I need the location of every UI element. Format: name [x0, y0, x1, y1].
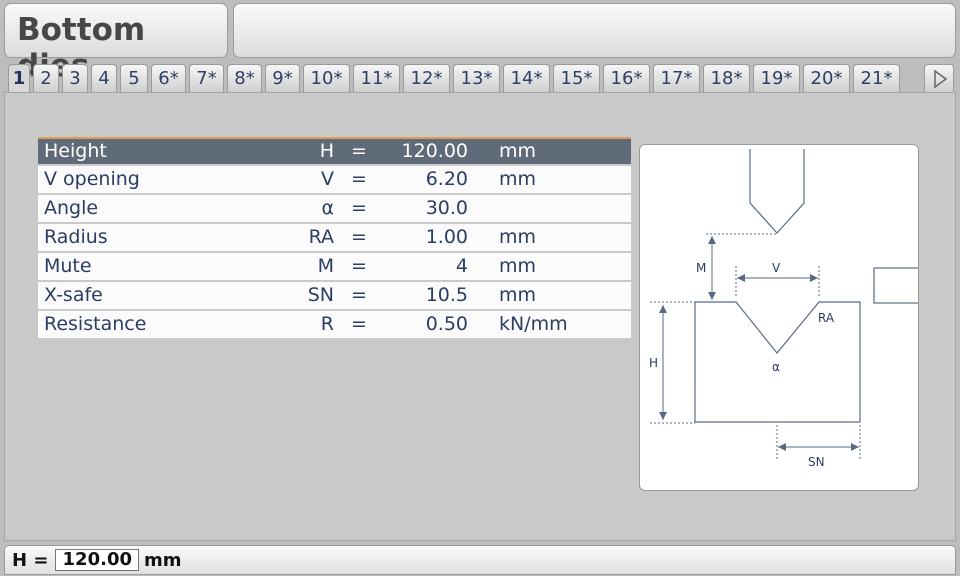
tab-10[interactable]: 10* — [303, 64, 350, 92]
tab-20[interactable]: 20* — [803, 64, 850, 92]
tab-strip: 1 2 3 4 5 6* 7* 8* 9* 10* 11* 12* 13* 14* 15* 16* 17* 18*… — [6, 64, 956, 94]
tab-5[interactable]: 5 — [120, 64, 148, 92]
die-diagram: M V RA α H SN — [639, 144, 919, 491]
punch-outline — [749, 149, 805, 234]
param-name: X-safe — [44, 284, 103, 306]
tab-3[interactable]: 3 — [62, 64, 88, 92]
tab-18[interactable]: 18* — [703, 64, 750, 92]
tab-4[interactable]: 4 — [91, 64, 117, 92]
param-name: Radius — [44, 226, 108, 248]
tab-13[interactable]: 13* — [453, 64, 500, 92]
param-row[interactable]: Resistance R = 0.50 kN/mm — [38, 311, 631, 338]
play-right-icon — [934, 69, 948, 89]
param-name: V opening — [44, 168, 140, 190]
tab-21[interactable]: 21* — [853, 64, 900, 92]
param-unit: kN/mm — [499, 313, 568, 335]
param-symbol: SN — [307, 284, 334, 306]
tab-16[interactable]: 16* — [603, 64, 650, 92]
param-name: Mute — [44, 255, 92, 277]
parameter-table: Height H = 120.00 mm V opening V = 6.20 mm Angle α =… — [38, 137, 631, 340]
label-v: V — [772, 261, 781, 275]
param-row[interactable]: Mute M = 4 mm — [38, 253, 631, 280]
tab-14[interactable]: 14* — [503, 64, 550, 92]
param-name: Angle — [44, 197, 99, 219]
status-bar: H = 120.00 mm — [4, 545, 956, 575]
param-value: 1.00 — [425, 226, 468, 248]
tab-9[interactable]: 9* — [265, 64, 300, 92]
param-unit: mm — [499, 255, 537, 277]
param-name: Height — [44, 140, 107, 162]
label-ra: RA — [818, 311, 835, 325]
param-value: 0.50 — [425, 313, 468, 335]
param-equals: = — [351, 313, 367, 335]
tab-17[interactable]: 17* — [653, 64, 700, 92]
param-unit: mm — [499, 284, 537, 306]
param-row[interactable]: X-safe SN = 10.5 mm — [38, 282, 631, 309]
param-row[interactable]: Height H = 120.00 mm — [38, 137, 631, 164]
tab-19[interactable]: 19* — [753, 64, 800, 92]
param-row[interactable]: Angle α = 30.0 — [38, 195, 631, 222]
tab-1[interactable]: 1 — [8, 64, 30, 94]
param-symbol: R — [320, 313, 334, 335]
label-alpha: α — [772, 360, 780, 374]
value-input[interactable]: 120.00 — [55, 549, 139, 571]
param-symbol: H — [319, 140, 334, 162]
title-bar — [233, 3, 956, 58]
tab-15[interactable]: 15* — [553, 64, 600, 92]
param-value: 4 — [455, 255, 468, 277]
param-value: 6.20 — [425, 168, 468, 190]
tab-6[interactable]: 6* — [151, 64, 186, 92]
param-name: Resistance — [44, 313, 147, 335]
param-symbol: RA — [308, 226, 334, 248]
param-unit: mm — [499, 140, 537, 162]
param-equals: = — [351, 197, 367, 219]
title-box: Bottom dies — [4, 3, 228, 84]
param-symbol: M — [317, 255, 334, 277]
status-param-label: H = — [12, 550, 49, 571]
tab-8[interactable]: 8* — [227, 64, 262, 92]
param-symbol: V — [321, 168, 334, 190]
param-equals: = — [351, 226, 367, 248]
param-value: 10.5 — [425, 284, 468, 306]
param-row[interactable]: V opening V = 6.20 mm — [38, 166, 631, 193]
tab-11[interactable]: 11* — [353, 64, 400, 92]
param-value: 30.0 — [425, 197, 468, 219]
param-equals: = — [351, 168, 367, 190]
param-row[interactable]: Radius RA = 1.00 mm — [38, 224, 631, 251]
status-unit-label: mm — [144, 550, 182, 571]
label-h: H — [649, 356, 658, 370]
param-symbol: α — [321, 197, 334, 219]
tab-scroll-right-button[interactable] — [924, 64, 954, 92]
tab-7[interactable]: 7* — [189, 64, 224, 92]
label-sn: SN — [808, 455, 825, 469]
param-equals: = — [351, 284, 367, 306]
tab-12[interactable]: 12* — [403, 64, 450, 92]
tab-2[interactable]: 2 — [33, 64, 59, 92]
param-value: 120.00 — [401, 140, 468, 162]
label-m: M — [696, 261, 706, 275]
param-unit: mm — [499, 226, 537, 248]
param-equals: = — [351, 255, 367, 277]
param-equals: = — [351, 140, 367, 162]
param-unit: mm — [499, 168, 537, 190]
